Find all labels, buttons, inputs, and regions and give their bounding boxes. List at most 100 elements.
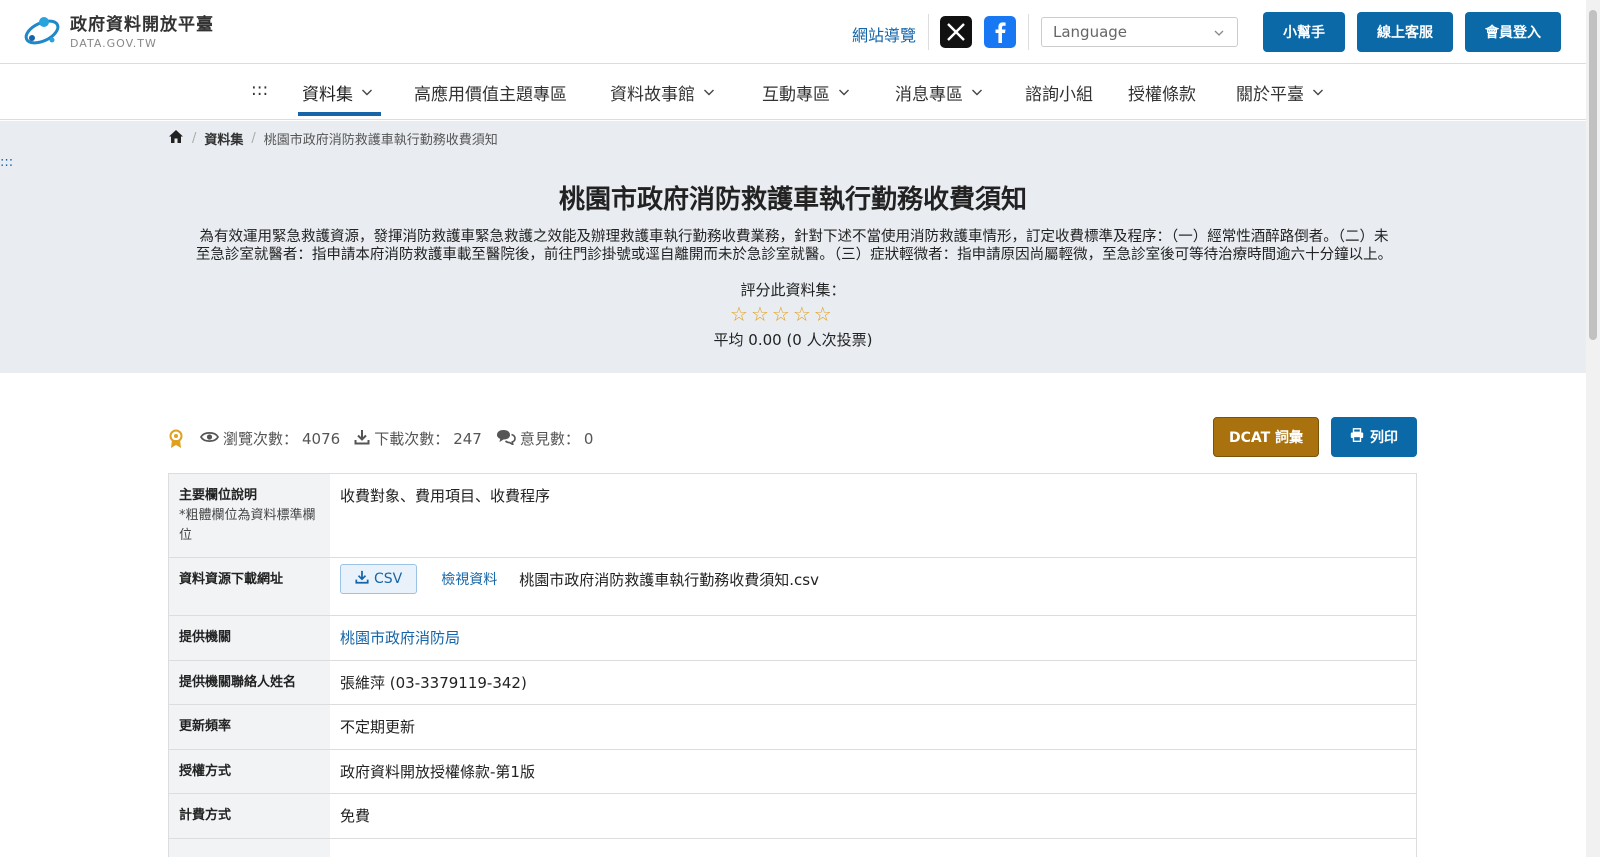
nav-item-label: 資料故事館 xyxy=(610,85,695,105)
nav-item-news[interactable]: 消息專區 xyxy=(895,80,983,105)
comment-count-value: 0 xyxy=(583,429,594,448)
nav-item-interactive[interactable]: 互動專區 xyxy=(762,80,850,105)
comment-count: 意見數： 0 xyxy=(496,428,594,449)
nav-item-label: 關於平臺 xyxy=(1236,85,1304,105)
header-divider xyxy=(1028,14,1029,50)
nav-item-data-stories[interactable]: 資料故事館 xyxy=(610,80,715,105)
table-row: 更新頻率 不定期更新 xyxy=(169,705,1416,750)
content-anchor[interactable]: ::: xyxy=(0,155,13,170)
nav-item-label: 消息專區 xyxy=(895,85,963,105)
nav-item-license[interactable]: 授權條款 xyxy=(1128,80,1196,105)
view-count: 瀏覽次數： 4076 xyxy=(199,428,341,449)
download-count-label: 下載次數： xyxy=(374,430,450,448)
chevron-down-icon xyxy=(703,83,715,103)
view-count-label: 瀏覽次數： xyxy=(223,430,299,448)
dataset-hero: / 資料集 / 桃園市政府消防救護車執行勤務收費須知 ::: 桃園市政府消防救護… xyxy=(0,121,1586,373)
award-icon xyxy=(168,429,184,449)
table-row-partial xyxy=(169,839,1416,857)
online-service-button[interactable]: 線上客服 xyxy=(1357,12,1453,52)
breadcrumb: / 資料集 / 桃園市政府消防救護車執行勤務收費須知 xyxy=(168,129,498,148)
row-header: 計費方式 xyxy=(169,794,330,838)
row-header: 提供機關聯絡人姓名 xyxy=(169,661,330,704)
page-scrollbar[interactable] xyxy=(1586,0,1600,857)
row-value: 不定期更新 xyxy=(340,718,416,736)
download-count: 下載次數： 247 xyxy=(354,428,482,449)
row-header: 更新頻率 xyxy=(169,705,330,749)
member-login-button[interactable]: 會員登入 xyxy=(1465,12,1561,52)
nav-active-indicator xyxy=(298,112,381,116)
eye-icon xyxy=(199,430,220,448)
language-select[interactable]: Language xyxy=(1041,17,1238,47)
row-header: 提供機關 xyxy=(169,616,330,660)
breadcrumb-datasets[interactable]: 資料集 xyxy=(204,129,243,148)
header-divider xyxy=(928,14,929,50)
rating-star-icon[interactable]: ☆ xyxy=(814,302,832,326)
view-data-link[interactable]: 檢視資料 xyxy=(441,569,497,589)
description-line: 至急診室就醫者：指申請本府消防救護車載至醫院後，前往門診掛號或逕自離開而未於急診… xyxy=(195,247,1393,263)
table-row: 計費方式 免費 xyxy=(169,794,1416,839)
page-title: 桃園市政府消防救護車執行勤務收費須知 xyxy=(558,185,1027,215)
main-nav: ::: 資料集 高應用價值主題專區 資料故事館 互動專區 消息專區 諮詢小組 授… xyxy=(0,64,1586,120)
logo-title: 政府資料開放平臺 xyxy=(70,15,214,35)
breadcrumb-current: 桃園市政府消防救護車執行勤務收費須知 xyxy=(263,133,498,148)
rating-star-icon[interactable]: ☆ xyxy=(772,302,790,326)
download-resource-cell: CSV 檢視資料 桃園市政府消防救護車執行勤務收費須知.csv xyxy=(330,558,1416,600)
helper-button[interactable]: 小幫手 xyxy=(1263,12,1345,52)
chevron-down-icon xyxy=(1213,25,1225,43)
resource-filename: 桃園市政府消防救護車執行勤務收費須知.csv xyxy=(519,570,819,589)
csv-download-button[interactable]: CSV xyxy=(340,564,418,594)
nav-item-label: 互動專區 xyxy=(762,85,830,105)
nav-item-about[interactable]: 關於平臺 xyxy=(1236,80,1324,105)
row-value: 收費對象、費用項目、收費程序 xyxy=(340,487,551,505)
chevron-down-icon xyxy=(838,83,850,103)
row-value: 免費 xyxy=(340,807,371,825)
nav-item-high-value[interactable]: 高應用價值主題專區 xyxy=(414,80,567,105)
logo-icon xyxy=(22,10,62,50)
facebook-icon[interactable] xyxy=(984,16,1016,48)
home-icon[interactable] xyxy=(168,129,184,148)
table-row: 提供機關 桃園市政府消防局 xyxy=(169,616,1416,661)
nav-item-label: 高應用價值主題專區 xyxy=(414,85,567,105)
nav-item-datasets[interactable]: 資料集 xyxy=(302,80,373,105)
table-row: 主要欄位說明 *粗體欄位為資料標準欄位 收費對象、費用項目、收費程序 xyxy=(169,474,1416,558)
comments-icon xyxy=(496,429,516,449)
nav-menu-anchor[interactable]: ::: xyxy=(251,80,268,100)
row-header xyxy=(169,839,330,857)
scrollbar-thumb[interactable] xyxy=(1589,10,1597,340)
breadcrumb-separator: / xyxy=(251,131,256,146)
chevron-down-icon xyxy=(361,83,373,103)
dcat-vocabulary-button[interactable]: DCAT 詞彙 xyxy=(1213,417,1319,457)
download-count-value: 247 xyxy=(453,429,482,448)
table-row: 資料資源下載網址 CSV 檢視資料 桃園市政府消防救護車執行勤務收費須知.csv xyxy=(169,558,1416,616)
comment-count-label: 意見數： xyxy=(519,430,580,448)
view-count-value: 4076 xyxy=(302,429,341,448)
row-header-note: *粗體欄位為資料標準欄位 xyxy=(179,508,316,543)
download-icon xyxy=(355,570,369,588)
row-header: 授權方式 xyxy=(169,750,330,793)
table-row: 提供機關聯絡人姓名 張維萍 (03-3379119-342) xyxy=(169,661,1416,705)
nav-item-label: 諮詢小組 xyxy=(1025,85,1093,105)
sitemap-link[interactable]: 網站導覽 xyxy=(852,22,916,46)
dataset-stats: 瀏覽次數： 4076 下載次數： 247 意見數： 0 xyxy=(168,428,607,449)
rating-label: 評分此資料集： xyxy=(740,281,846,299)
site-logo[interactable]: 政府資料開放平臺 DATA.GOV.TW xyxy=(22,10,214,50)
dataset-description: 為有效運用緊急救護資源，發揮消防救護車緊急救護之效能及辦理救護車執行勤務收費業務… xyxy=(120,228,1468,264)
nav-item-label: 授權條款 xyxy=(1128,85,1196,105)
printer-icon xyxy=(1350,428,1364,446)
rating-star-icon[interactable]: ☆ xyxy=(751,302,769,326)
download-icon xyxy=(354,429,370,449)
print-button[interactable]: 列印 xyxy=(1331,417,1417,457)
description-line: 為有效運用緊急救護資源，發揮消防救護車緊急救護之效能及辦理救護車執行勤務收費業務… xyxy=(199,229,1389,245)
rating-star-icon[interactable]: ☆ xyxy=(793,302,811,326)
row-value xyxy=(330,839,1416,857)
nav-item-label: 資料集 xyxy=(302,85,353,105)
x-twitter-icon[interactable] xyxy=(940,16,972,48)
dataset-info-table: 主要欄位說明 *粗體欄位為資料標準欄位 收費對象、費用項目、收費程序 資料資源下… xyxy=(168,473,1417,857)
row-header: 資料資源下載網址 xyxy=(169,558,330,615)
nav-item-advisory[interactable]: 諮詢小組 xyxy=(1025,80,1093,105)
rating-stars: ☆ ☆ ☆ ☆ ☆ xyxy=(730,302,832,326)
rating-star-icon[interactable]: ☆ xyxy=(730,302,748,326)
provider-agency-link[interactable]: 桃園市政府消防局 xyxy=(340,627,460,648)
csv-button-label: CSV xyxy=(374,571,403,587)
row-value: 張維萍 (03-3379119-342) xyxy=(340,674,527,692)
